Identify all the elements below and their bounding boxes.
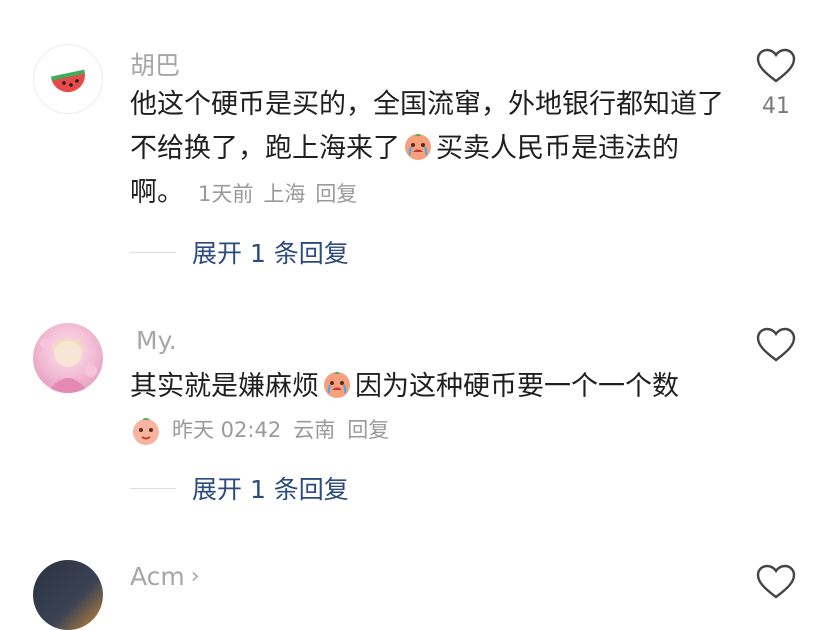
avatar[interactable] [33, 560, 103, 630]
comment-location: 云南 [293, 418, 336, 442]
reply-button[interactable]: 回复 [315, 182, 357, 206]
watermelon-icon [50, 69, 86, 93]
divider [130, 487, 176, 489]
expand-replies[interactable]: 展开 1 条回复 [130, 234, 349, 270]
like-button[interactable] [754, 564, 798, 604]
reply-button[interactable]: 回复 [347, 414, 389, 446]
heart-icon [756, 564, 796, 599]
comment-text-part: 其实就是嫌麻烦 [130, 371, 319, 402]
comment-text-part: 因为这种硬币要一个一个数 [355, 371, 679, 402]
expand-replies[interactable]: 展开 1 条回复 [130, 470, 349, 506]
crying-face-emoji-icon [324, 372, 350, 398]
comment-text: 其实就是嫌麻烦 因为这种硬币要一个一个数 [130, 365, 730, 409]
comment-text: 他这个硬币是买的，全国流窜，外地银行都知道了不给换了，跑上海来了 买卖人民币是违法… [130, 83, 730, 216]
anime-avatar-icon [40, 338, 97, 393]
expand-replies-label[interactable]: 展开 1 条回复 [192, 470, 349, 506]
comment-location: 上海 [263, 182, 306, 206]
comment-time: 1天前 [198, 182, 254, 206]
username-text[interactable]: Acm [130, 562, 185, 591]
heart-icon [756, 327, 796, 362]
peach-face-emoji-icon [133, 418, 159, 445]
expand-replies-label[interactable]: 展开 1 条回复 [192, 234, 349, 270]
like-button[interactable] [754, 327, 798, 367]
comment-time: 昨天 02:42 [172, 418, 282, 442]
avatar[interactable] [33, 323, 103, 393]
like-button[interactable]: 41 [754, 48, 798, 119]
username[interactable]: Acm › [130, 562, 200, 591]
comment-meta: 昨天 02:42 云南 回复 [130, 414, 401, 446]
avatar[interactable] [33, 44, 103, 114]
divider [130, 251, 176, 253]
like-count: 41 [762, 94, 790, 119]
crying-face-emoji-icon [405, 134, 431, 160]
chevron-right-icon: › [190, 564, 200, 589]
username[interactable]: 胡巴 [130, 46, 180, 82]
username[interactable]: My. [136, 326, 177, 355]
heart-icon [756, 48, 796, 83]
